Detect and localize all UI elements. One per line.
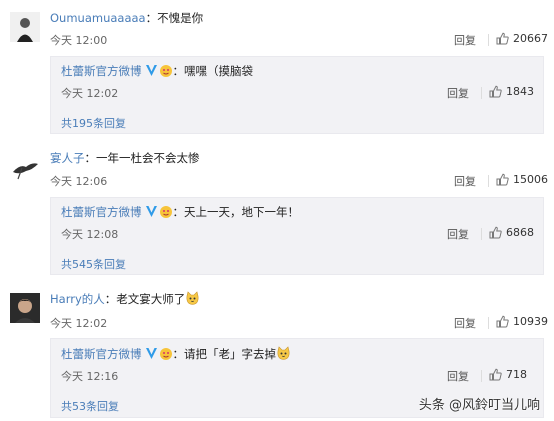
comment-body: Oumuamuaaaaa：不愧是你 (50, 11, 203, 26)
comment-text: ：老文宴大师了 (104, 292, 186, 306)
timestamp: 今天 12:00 (50, 34, 108, 47)
like-count: 15006 (513, 173, 548, 186)
reply-button[interactable]: 回复 (454, 315, 476, 331)
reply-timestamp: 今天 12:16 (61, 370, 119, 383)
comment-meta: 今天 12:06 回复 15006 (50, 173, 548, 189)
avatar-image (10, 152, 40, 182)
thumbs-up-icon (489, 226, 502, 239)
more-replies-link[interactable]: 共195条回复 (61, 115, 126, 131)
timestamp: 今天 12:02 (50, 317, 108, 330)
username-link[interactable]: Harry的人 (50, 292, 105, 306)
thumbs-up-icon (496, 32, 509, 45)
comment-text: ：不愧是你 (145, 11, 204, 25)
like-count: 6868 (506, 226, 534, 239)
comment-text: ：一年一杜会不会太惨 (84, 151, 200, 165)
reply-button[interactable]: 回复 (454, 173, 476, 189)
like-count: 718 (506, 368, 527, 381)
reply-body: 杜蕾斯官方微博 ：请把「老」字去掉 (61, 346, 291, 365)
thumbs-up-icon (489, 368, 502, 381)
reply-text: ：嘿嘿（摸脑袋 (172, 64, 254, 78)
watermark: 头条 @风鈴叮当儿响 (418, 398, 540, 413)
more-replies-link[interactable]: 共545条回复 (61, 256, 126, 272)
like-button[interactable]: 20667 (496, 32, 548, 45)
username-link[interactable]: 宴人子 (50, 151, 85, 165)
divider (488, 34, 489, 46)
vip-badge-icon (159, 205, 173, 223)
reply-text: ：天上一天，地下一年！ (172, 205, 300, 219)
comment-body: 宴人子：一年一杜会不会太惨 (50, 151, 200, 166)
comment-meta: 今天 12:00 回复 20667 (50, 32, 548, 48)
like-button[interactable]: 1843 (489, 85, 534, 98)
reply-text: ：请把「老」字去掉 (172, 347, 277, 361)
like-button[interactable]: 10939 (496, 315, 548, 328)
reply-meta: 今天 12:02 回复 1843 (61, 85, 537, 101)
like-count: 1843 (506, 85, 534, 98)
like-button[interactable]: 6868 (489, 226, 534, 239)
reply-timestamp: 今天 12:02 (61, 87, 119, 100)
thumbs-up-icon (496, 315, 509, 328)
reply-box: 杜蕾斯官方微博 ：嘿嘿（摸脑袋 今天 12:02 回复 1843 共195条回复 (50, 56, 544, 134)
reply-username-link[interactable]: 杜蕾斯官方微博 (61, 64, 142, 78)
reply-timestamp: 今天 12:08 (61, 228, 119, 241)
cat-emoji-icon (276, 346, 291, 365)
username-link[interactable]: Oumuamuaaaaa (50, 11, 146, 25)
reply-meta: 今天 12:16 回复 718 (61, 368, 537, 384)
avatar[interactable] (10, 293, 40, 323)
divider (481, 87, 482, 99)
comment-meta: 今天 12:02 回复 10939 (50, 315, 548, 331)
reply-body: 杜蕾斯官方微博 ：天上一天，地下一年！ (61, 205, 299, 223)
timestamp: 今天 12:06 (50, 175, 108, 188)
reply-body: 杜蕾斯官方微博 ：嘿嘿（摸脑袋 (61, 64, 253, 82)
thumbs-up-icon (496, 173, 509, 186)
like-button[interactable]: 718 (489, 368, 527, 381)
avatar[interactable] (10, 12, 40, 42)
reply-button[interactable]: 回复 (447, 85, 469, 101)
verified-icon (145, 64, 158, 81)
reply-button[interactable]: 回复 (454, 32, 476, 48)
divider (481, 370, 482, 382)
divider (488, 317, 489, 329)
thumbs-up-icon (489, 85, 502, 98)
comment-body: Harry的人：老文宴大师了 (50, 291, 200, 310)
cat-emoji-icon (185, 291, 200, 310)
avatar-image (10, 293, 40, 323)
divider (481, 228, 482, 240)
like-button[interactable]: 15006 (496, 173, 548, 186)
divider (488, 175, 489, 187)
like-count: 20667 (513, 32, 548, 45)
vip-badge-icon (159, 347, 173, 365)
verified-icon (145, 205, 158, 222)
reply-meta: 今天 12:08 回复 6868 (61, 226, 537, 242)
like-count: 10939 (513, 315, 548, 328)
reply-username-link[interactable]: 杜蕾斯官方微博 (61, 205, 142, 219)
vip-badge-icon (159, 64, 173, 82)
more-replies-link[interactable]: 共53条回复 (61, 398, 119, 414)
reply-button[interactable]: 回复 (447, 368, 469, 384)
reply-button[interactable]: 回复 (447, 226, 469, 242)
reply-username-link[interactable]: 杜蕾斯官方微博 (61, 347, 142, 361)
verified-icon (145, 347, 158, 364)
avatar[interactable] (10, 152, 40, 182)
avatar-image (10, 12, 40, 42)
reply-box: 杜蕾斯官方微博 ：天上一天，地下一年！ 今天 12:08 回复 6868 共545… (50, 197, 544, 275)
